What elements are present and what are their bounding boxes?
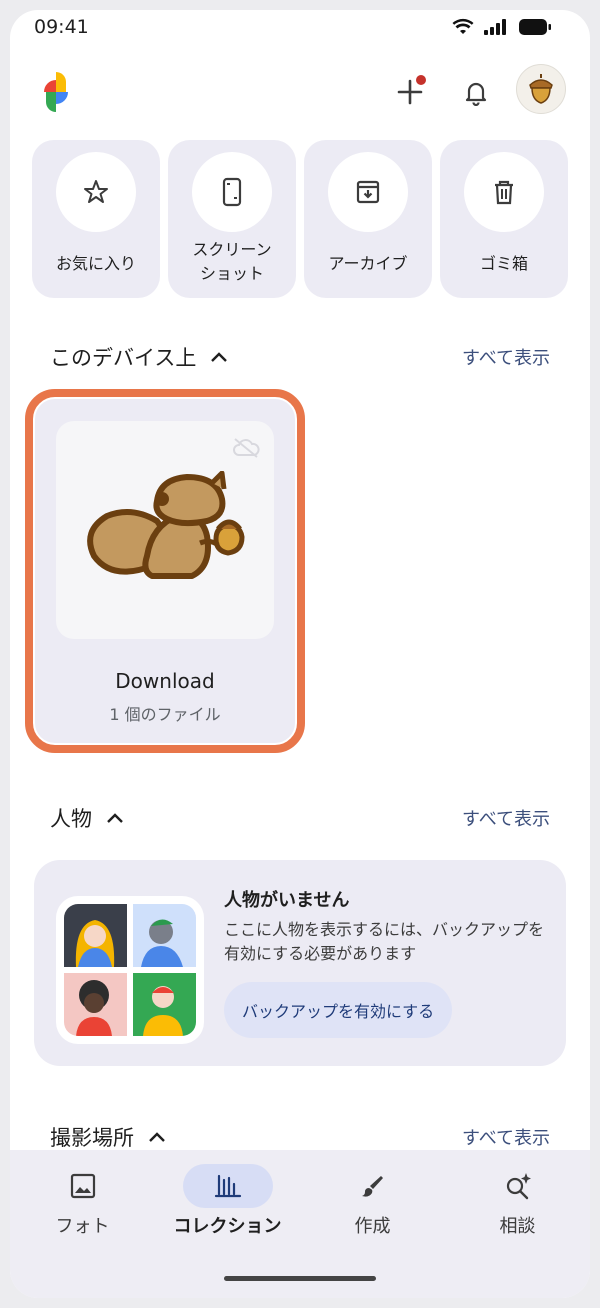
trash-label: ゴミ箱 [479,254,528,273]
album-thumbnail [56,421,274,639]
people-section-header[interactable]: 人物 [50,803,124,833]
archive-icon-circle [328,152,408,232]
trash-icon [495,180,513,205]
download-album-card[interactable]: Download 1 個のファイル [35,399,295,743]
trash-card[interactable]: ゴミ箱 [440,140,568,298]
ask-sparkle-icon [473,1164,563,1208]
google-photos-logo [44,72,68,112]
chevron-up-icon [149,1132,165,1142]
bottom-navigation: フォト コレクション 作成 相談 [10,1150,590,1298]
wifi-icon [452,18,474,34]
quick-access-row: お気に入り スクリーン ショット アーカイブ ゴミ箱 [32,140,568,300]
account-avatar[interactable] [516,64,566,114]
people-see-all-link[interactable]: すべて表示 [462,805,550,831]
screenshots-icon-circle [192,152,272,232]
archive-card[interactable]: アーカイブ [304,140,432,298]
album-name: Download [115,669,215,693]
squirrel-illustration [87,471,245,579]
nav-ask-label: 相談 [499,1216,536,1237]
screenshots-label: スクリーン ショット [192,240,272,283]
people-illustration [56,896,204,1044]
device-see-all-link[interactable]: すべて表示 [462,344,550,370]
archive-label: アーカイブ [328,254,408,273]
nav-collections-label: コレクション [173,1216,282,1237]
notification-dot [416,75,426,85]
signal-icon [484,19,506,35]
screenshots-card[interactable]: スクリーン ショット [168,140,296,298]
places-section-header[interactable]: 撮影場所 [50,1122,166,1152]
nav-create[interactable]: 作成 [300,1150,445,1250]
battery-icon [519,19,551,35]
phone-screen: 09:41 お気に入り スクリーン ショット アーカイブ ゴミ箱 このデバイス上… [10,10,590,1298]
people-empty-card: 人物がいません ここに人物を表示するには、バックアップを有効にする必要があります… [34,860,566,1066]
cloud-off-icon [233,438,260,458]
person-tile [133,973,196,1036]
acorn-icon [529,74,553,104]
favorites-card[interactable]: お気に入り [32,140,160,298]
favorites-icon-circle [56,152,136,232]
places-see-all-link[interactable]: すべて表示 [462,1124,550,1150]
nav-collections[interactable]: コレクション [155,1150,300,1250]
people-section-title: 人物 [50,807,92,831]
chevron-up-icon [107,813,123,823]
nav-create-label: 作成 [354,1216,391,1237]
person-tile [64,973,127,1036]
star-icon [84,180,108,203]
notifications-button[interactable] [454,70,498,114]
home-indicator [224,1276,376,1281]
favorites-label: お気に入り [55,254,136,273]
person-tile [64,904,127,967]
device-section-header[interactable]: このデバイス上 [50,342,228,372]
person-tile [133,904,196,967]
screenshot-icon [222,177,242,207]
status-bar: 09:41 [10,10,590,50]
bell-icon [465,82,487,106]
nav-photos-label: フォト [55,1216,110,1237]
album-file-count: 1 個のファイル [109,705,221,724]
status-icons [452,18,552,36]
nav-photos[interactable]: フォト [10,1150,155,1250]
app-header [10,60,590,140]
nav-ask[interactable]: 相談 [445,1150,590,1250]
enable-backup-button[interactable]: バックアップを有効にする [224,982,453,1038]
device-section-title: このデバイス上 [50,346,197,370]
add-button[interactable] [388,70,432,114]
people-empty-title: 人物がいません [224,890,350,911]
status-time: 09:41 [34,16,89,38]
collections-icon [182,1164,273,1208]
brush-icon [328,1164,418,1208]
archive-icon [356,180,380,204]
chevron-up-icon [211,352,228,362]
places-section-title: 撮影場所 [50,1126,134,1150]
people-empty-description: ここに人物を表示するには、バックアップを有効にする必要があります [224,920,545,963]
photo-icon [38,1164,128,1208]
trash-icon-circle [464,152,544,232]
